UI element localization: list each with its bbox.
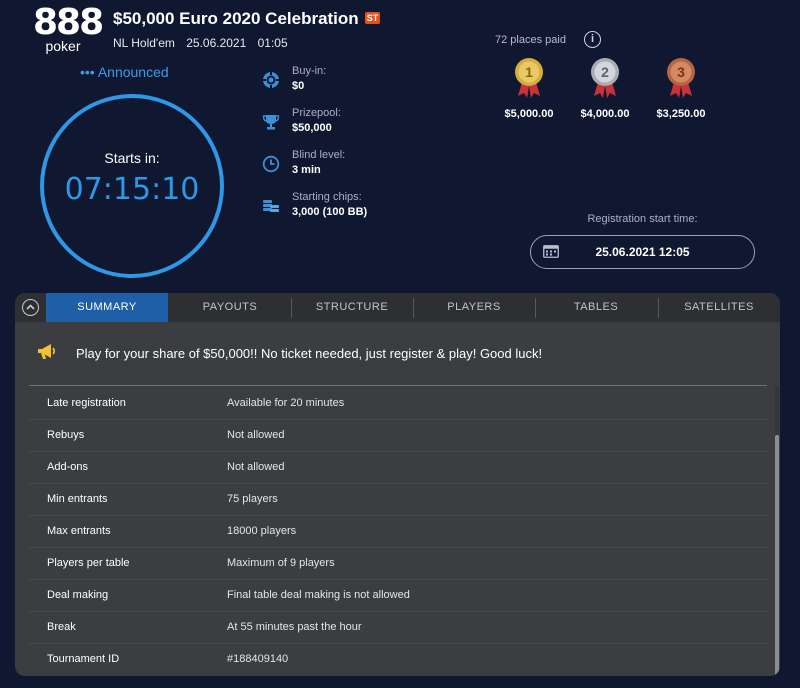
tab-separator [535,298,536,318]
summary-banner: Play for your share of $50,000!! No tick… [29,337,769,365]
table-row: Players per table Maximum of 9 players [29,547,767,580]
buyin-label: Buy-in: [292,65,327,77]
registration-start-value: 25.06.2021 12:05 [595,245,690,259]
medal-rank: 3 [677,64,685,80]
registration-start-label: Registration start time: [587,213,698,225]
megaphone-icon [38,344,56,359]
tab-players[interactable]: PLAYERS [413,293,535,322]
table-row: Min entrants 75 players [29,483,767,516]
tab-separator [658,298,659,318]
start-time: 01:05 [257,36,288,50]
row-value: 18000 players [227,525,297,537]
starts-in-label: Starts in: [104,150,160,166]
table-row: Tournament ID #188409140 [29,643,767,675]
start-date: 25.06.2021 [186,36,247,50]
buyin-info: Buy-in: $0 [262,65,462,101]
medal-rank: 2 [601,64,609,80]
prizepool-value: $50,000 [292,122,332,134]
tournament-subtitle: NL Hold'em 25.06.2021 01:05 [113,36,296,50]
row-key: Break [47,621,76,633]
row-key: Late registration [47,397,126,409]
row-value: Maximum of 9 players [227,557,335,569]
registration-start-field[interactable]: 25.06.2021 12:05 [530,235,755,269]
info-icon[interactable]: i [584,31,601,48]
tab-satellites[interactable]: SATELLITES [658,293,780,322]
tab-separator [291,298,292,318]
medal-second-amount: $4,000.00 [580,108,630,120]
row-key: Add-ons [47,461,88,473]
table-row: Break At 55 minutes past the hour [29,611,767,644]
tournament-title-text: $50,000 Euro 2020 Celebration [113,9,359,28]
logo-number: 888 [33,2,104,43]
summary-divider [29,385,767,386]
row-value: At 55 minutes past the hour [227,621,362,633]
tab-payouts[interactable]: PAYOUTS [169,293,291,322]
clock-icon [262,155,280,173]
row-key: Players per table [47,557,130,569]
chips-stack-icon [263,200,279,212]
places-paid: 72 places paid [495,34,566,46]
888poker-logo: 888 poker [33,2,104,54]
tab-tables[interactable]: TABLES [535,293,657,322]
starting-chips-info: Starting chips: 3,000 (100 BB) [262,191,462,227]
tournament-details-panel: SUMMARY PAYOUTS STRUCTURE PLAYERS TABLES… [15,293,780,676]
blind-level-info: Blind level: 3 min [262,149,462,185]
prizepool-info: Prizepool: $50,000 [262,107,462,143]
table-row: Add-ons Not allowed [29,451,767,484]
row-key: Tournament ID [47,653,120,665]
summary-banner-text: Play for your share of $50,000!! No tick… [76,346,543,361]
medal-first-amount: $5,000.00 [504,108,554,120]
row-key: Deal making [47,589,109,601]
blind-level-value: 3 min [292,164,321,176]
row-key: Min entrants [47,493,108,505]
silver-medal-icon: 2 [591,58,619,98]
medal-third: 3 $3,250.00 [646,56,716,120]
starting-chips-value: 3,000 (100 BB) [292,206,368,218]
row-value: 75 players [227,493,278,505]
row-value: #188409140 [227,653,289,665]
tab-summary[interactable]: SUMMARY [46,293,168,322]
prizepool-label: Prizepool: [292,107,341,119]
table-row: Rebuys Not allowed [29,419,767,452]
tab-bar: SUMMARY PAYOUTS STRUCTURE PLAYERS TABLES… [15,293,780,322]
row-key: Rebuys [47,429,85,441]
bronze-medal-icon: 3 [667,58,695,98]
poker-chip-icon [263,72,279,88]
table-row: Max entrants 18000 players [29,515,767,548]
row-value: Not allowed [227,429,285,441]
row-value: Available for 20 minutes [227,397,345,409]
blind-level-label: Blind level: [292,149,346,161]
row-value: Not allowed [227,461,285,473]
st-badge: ST [364,12,381,24]
table-row: Late registration Available for 20 minut… [29,387,767,420]
medal-rank: 1 [525,64,533,80]
scrollbar-thumb[interactable] [775,435,779,676]
medal-third-amount: $3,250.00 [656,108,706,120]
medal-first: 1 $5,000.00 [494,56,564,120]
tab-structure[interactable]: STRUCTURE [291,293,413,322]
buyin-value: $0 [292,80,305,92]
table-row: Deal making Final table deal making is n… [29,579,767,612]
medal-second: 2 $4,000.00 [570,56,640,120]
starting-chips-label: Starting chips: [292,191,362,203]
status-announced: ••• Announced [80,64,169,80]
countdown-clock: Starts in: 07:15:10 [40,94,224,278]
gold-medal-icon: 1 [515,58,543,98]
game-type: NL Hold'em [113,36,175,50]
row-value: Final table deal making is not allowed [227,589,410,601]
tournament-title: $50,000 Euro 2020 Celebration ST [113,9,381,29]
collapse-chevron-icon[interactable] [22,299,39,316]
tab-separator [413,298,414,318]
trophy-icon [262,115,280,130]
row-key: Max entrants [47,525,111,537]
countdown-time: 07:15:10 [64,172,200,207]
